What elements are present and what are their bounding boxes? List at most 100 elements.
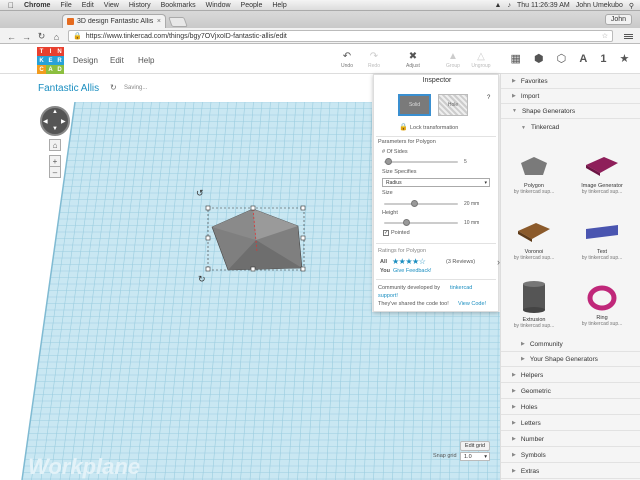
- close-tab-icon[interactable]: ×: [157, 18, 161, 25]
- forward-icon[interactable]: →: [21, 31, 32, 42]
- address-toolbar: ← → ↻ ⌂ 🔒 https://www.tinkercad.com/thin…: [0, 28, 640, 44]
- cube-icon[interactable]: ⬢: [534, 52, 544, 65]
- orbit-up-icon[interactable]: ▲: [52, 109, 58, 115]
- clock[interactable]: Thu 11:26:39 AM: [517, 2, 570, 9]
- shape-image-generator[interactable]: Image Generator by tinkercad sup...: [571, 151, 633, 213]
- size-spec-select[interactable]: Radius ▾: [382, 178, 490, 187]
- section-favorites[interactable]: ▶ Favorites: [501, 74, 640, 89]
- numbers-icon[interactable]: 1: [600, 53, 606, 65]
- height-slider[interactable]: [384, 219, 458, 226]
- orbit-down-icon[interactable]: ▼: [52, 126, 58, 132]
- inspector-help[interactable]: ?: [487, 95, 490, 101]
- refresh-name-icon[interactable]: ↻: [110, 83, 117, 92]
- tinkercad-link[interactable]: tinkercad: [450, 285, 472, 291]
- shape-ring[interactable]: Ring by tinkercad sup...: [571, 283, 633, 345]
- lock-icon-inspector[interactable]: 🔒: [399, 123, 408, 131]
- menu-edit-app[interactable]: Edit: [110, 56, 124, 65]
- sides-slider[interactable]: [384, 158, 458, 165]
- orbit-control[interactable]: ▲ ▼ ◀ ▶: [40, 106, 70, 136]
- pointed-label[interactable]: Pointed: [391, 230, 410, 236]
- support-link[interactable]: support!: [378, 293, 398, 299]
- menu-help[interactable]: Help: [272, 2, 286, 9]
- view-code-link[interactable]: View Code!: [458, 301, 486, 307]
- orbit-right-icon[interactable]: ▶: [61, 118, 66, 125]
- menu-people[interactable]: People: [241, 2, 263, 9]
- height-value: 10 mm: [464, 220, 480, 226]
- favorites-star-icon[interactable]: ★: [620, 52, 630, 65]
- shape-text[interactable]: Text by tinkercad sup...: [571, 217, 633, 279]
- section-tinkercad[interactable]: ▼ Tinkercad: [501, 120, 640, 135]
- section-label: Helpers: [520, 371, 544, 379]
- zoom-out-icon[interactable]: –: [49, 166, 61, 178]
- section-helpers[interactable]: ▶ Helpers: [501, 368, 640, 383]
- size-value: 20 mm: [464, 201, 480, 207]
- search-icon[interactable]: ⚲: [629, 2, 634, 10]
- design-name[interactable]: Fantastic Allis: [38, 83, 99, 94]
- size-slider[interactable]: [384, 200, 458, 207]
- height-slider-knob[interactable]: [403, 219, 411, 226]
- workplane-icon[interactable]: ▦: [511, 52, 521, 65]
- shape-extrusion[interactable]: Extrusion by tinkercad sup...: [503, 279, 565, 341]
- review-count[interactable]: (3 Reviews): [446, 259, 475, 265]
- edit-grid-button[interactable]: Edit grid: [460, 441, 490, 451]
- ungroup-button[interactable]: △ Ungroup: [468, 51, 494, 73]
- home-icon[interactable]: ⌂: [51, 31, 62, 42]
- new-tab-button[interactable]: [168, 17, 188, 27]
- section-number[interactable]: ▶ Number: [501, 432, 640, 447]
- section-geometric[interactable]: ▶ Geometric: [501, 384, 640, 399]
- menu-view[interactable]: View: [104, 2, 119, 9]
- shape-voronoi[interactable]: Voronoi by tinkercad sup...: [503, 217, 565, 279]
- solid-button[interactable]: Solid: [398, 94, 431, 116]
- star-icon[interactable]: ☆: [602, 32, 608, 40]
- menu-help-app[interactable]: Help: [138, 56, 154, 65]
- section-shape-generators[interactable]: ▼ Shape Generators: [501, 104, 640, 119]
- pointed-checkbox[interactable]: ✓: [383, 230, 389, 236]
- section-label: Holes: [520, 403, 538, 411]
- menu-edit[interactable]: Edit: [82, 2, 94, 9]
- menu-window[interactable]: Window: [206, 2, 231, 9]
- section-letters[interactable]: ▶ Letters: [501, 416, 640, 431]
- menu-app-name[interactable]: Chrome: [24, 2, 50, 9]
- letters-icon[interactable]: A: [579, 53, 587, 65]
- give-feedback-link[interactable]: Give Feedback!: [393, 268, 432, 274]
- volume-icon[interactable]: ♪: [507, 2, 511, 9]
- hole-button[interactable]: Hole: [438, 94, 468, 116]
- menu-bookmarks[interactable]: Bookmarks: [161, 2, 196, 9]
- section-extras[interactable]: ▶ Extras: [501, 464, 640, 479]
- params-title: Parameters for Polygon: [378, 139, 436, 145]
- menu-history[interactable]: History: [129, 2, 151, 9]
- section-holes[interactable]: ▶ Holes: [501, 400, 640, 415]
- snap-grid-select[interactable]: 1.0 ▾: [460, 452, 490, 461]
- tinkercad-logo[interactable]: T I N K E R C A D: [37, 47, 64, 74]
- home-view-icon[interactable]: ⌂: [49, 139, 61, 151]
- profile-button[interactable]: John: [604, 14, 632, 25]
- size-slider-knob[interactable]: [410, 200, 418, 207]
- section-symbols[interactable]: ▶ Symbols: [501, 448, 640, 463]
- hole-cube-icon[interactable]: ⬡: [557, 52, 567, 65]
- group-button[interactable]: ▲ Group: [440, 51, 466, 73]
- back-icon[interactable]: ←: [6, 31, 17, 42]
- apple-icon[interactable]: : [8, 1, 14, 10]
- inspector-panel: Inspector ? Solid Hole 🔒 Lock transforma…: [373, 74, 499, 312]
- reload-icon[interactable]: ↻: [36, 31, 47, 42]
- sides-slider-knob[interactable]: [384, 158, 392, 165]
- redo-button[interactable]: ↷ Redo: [361, 51, 387, 73]
- section-your-shape-generators[interactable]: ▶ Your Shape Generators: [501, 352, 640, 367]
- browser-tab[interactable]: 3D design Fantastic Allis ×: [62, 14, 166, 28]
- lock-transformation-label[interactable]: Lock transformation: [410, 125, 458, 131]
- shape-polygon[interactable]: Polygon by tinkercad sup...: [503, 151, 565, 213]
- wifi-icon[interactable]: ▲: [495, 2, 502, 9]
- section-import[interactable]: ▶ Import: [501, 89, 640, 104]
- menubar-user[interactable]: John Umekubo: [576, 2, 623, 9]
- section-label: Shape Generators: [521, 107, 576, 115]
- undo-button[interactable]: ↶ Undo: [334, 51, 360, 73]
- panel-icon-bar: ▦ ⬢ ⬡ A 1 ★: [500, 44, 640, 74]
- chrome-menu-icon[interactable]: [623, 31, 634, 42]
- orbit-left-icon[interactable]: ◀: [43, 118, 48, 125]
- chevron-right-icon: ▶: [512, 404, 516, 410]
- section-community[interactable]: ▶ Community: [501, 337, 640, 352]
- menu-file[interactable]: File: [60, 2, 71, 9]
- menu-design[interactable]: Design: [73, 56, 98, 65]
- adjust-button[interactable]: ✖ Adjust: [400, 51, 426, 73]
- url-bar[interactable]: 🔒 https://www.tinkercad.com/things/bgy7O…: [68, 30, 613, 42]
